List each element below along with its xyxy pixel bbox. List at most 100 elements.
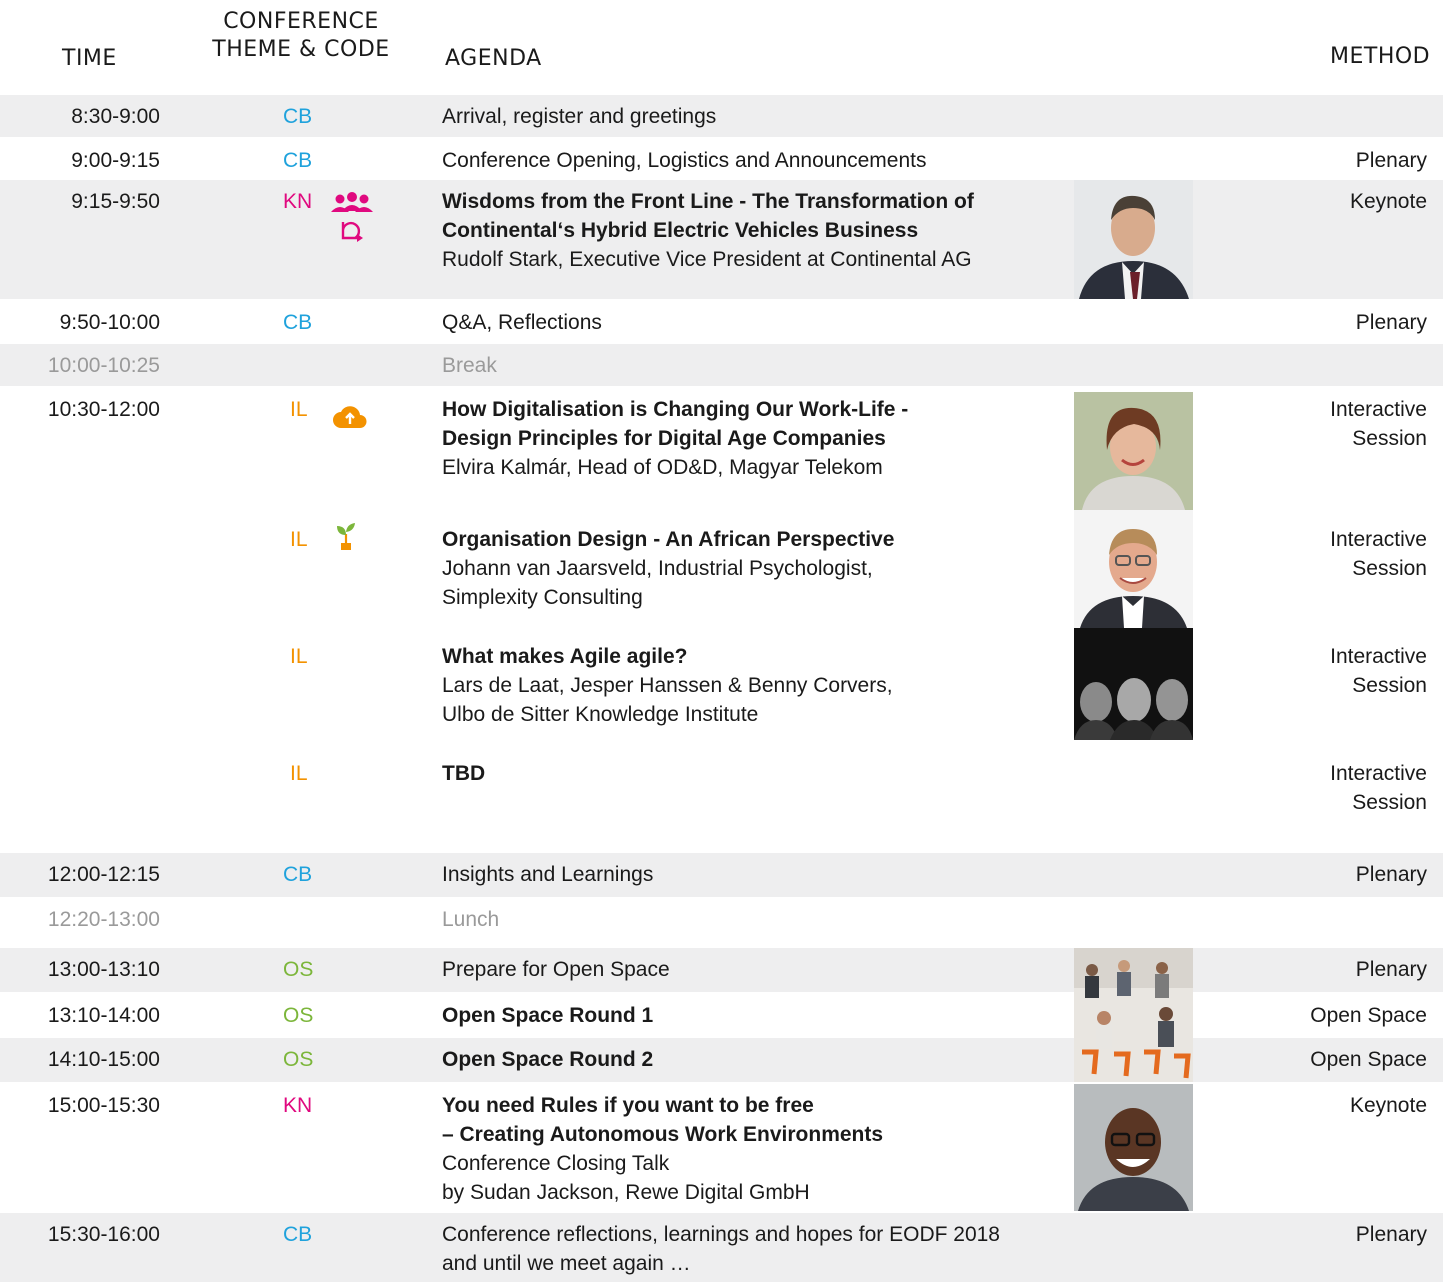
session-title: Open Space Round 2	[442, 1048, 654, 1071]
session-speaker: Rudolf Stark, Executive Vice President a…	[442, 248, 972, 271]
session-title: Insights and Learnings	[442, 863, 654, 886]
agenda-row: 8:30-9:00 CB Arrival, register and greet…	[0, 95, 1443, 137]
agenda-row: 12:20-13:00 Lunch	[0, 898, 1443, 946]
session-details: Conference reflections, learnings and ho…	[442, 1213, 1062, 1278]
session-title: TBD	[442, 762, 486, 785]
row-time: 8:30-9:00	[71, 105, 160, 128]
session-title: Break	[442, 354, 497, 377]
row-time: 12:00-12:15	[47, 863, 160, 886]
agenda-row: 9:50-10:00 CB Q&A, Reflections Plenary	[0, 301, 1443, 343]
session-details: Open Space Round 2	[442, 1038, 1062, 1074]
header-method: METHOD	[1330, 44, 1431, 69]
session-title-line2: Continental‘s Hybrid Electric Vehicles B…	[442, 219, 919, 242]
theme-code: CB	[283, 1223, 313, 1246]
agenda-row: 12:00-12:15 CB Insights and Learnings Pl…	[0, 853, 1443, 897]
row-time: 15:30-16:00	[47, 1223, 160, 1246]
agenda-row: 10:00-10:25 Break	[0, 344, 1443, 386]
speaker-photo	[1074, 1084, 1193, 1211]
row-time: 15:00-15:30	[47, 1094, 160, 1117]
session-title: Organisation Design - An African Perspec…	[442, 528, 895, 551]
row-time: 9:15-9:50	[71, 190, 160, 213]
session-title: Open Space Round 1	[442, 1004, 654, 1027]
session-subtitle: Conference Closing Talk	[442, 1152, 670, 1175]
method-line2: Session	[1352, 791, 1427, 814]
session-title: Arrival, register and greetings	[442, 105, 717, 128]
session-speaker-line2: Ulbo de Sitter Knowledge Institute	[442, 703, 759, 726]
speaker-photo	[1074, 180, 1193, 299]
loop-arrow-icon	[341, 221, 363, 242]
theme-code: OS	[283, 1004, 314, 1027]
theme-code: CB	[283, 863, 313, 886]
theme-code: OS	[283, 958, 314, 981]
row-time: 10:00-10:25	[47, 354, 160, 377]
theme-code: IL	[290, 645, 308, 668]
session-method: Interactive Session	[1187, 635, 1427, 700]
session-method: Open Space	[1310, 1004, 1427, 1027]
session-method: Plenary	[1355, 958, 1427, 981]
session-title-line2: Design Principles for Digital Age Compan…	[442, 427, 886, 450]
method-line2: Session	[1352, 427, 1427, 450]
method-line1: Interactive	[1330, 762, 1427, 785]
session-title-line2: and until we meet again …	[442, 1252, 691, 1275]
agenda-row: IL Organisation Design - An African Pers…	[0, 510, 1443, 628]
session-details: What makes Agile agile? Lars de Laat, Je…	[442, 635, 1062, 729]
session-method: Plenary	[1355, 311, 1427, 334]
speaker-photo	[1074, 628, 1193, 740]
method-line2: Session	[1352, 557, 1427, 580]
method-line2: Session	[1352, 674, 1427, 697]
header-agenda: AGENDA	[445, 46, 542, 71]
cloud-upload-icon	[333, 406, 367, 428]
theme-code: CB	[283, 149, 313, 172]
agenda-row: 14:10-15:00 OS Open Space Round 2 Open S…	[0, 1038, 1443, 1082]
theme-code: KN	[283, 190, 313, 213]
session-details: You need Rules if you want to be free – …	[442, 1084, 1062, 1207]
session-method: Open Space	[1310, 1048, 1427, 1071]
session-method: Plenary	[1355, 149, 1427, 172]
session-method: Interactive Session	[1187, 518, 1427, 583]
session-title: Lunch	[442, 908, 500, 931]
agenda-row: 10:30-12:00 IL How Digitalisation is Cha…	[0, 388, 1443, 510]
agenda-row: 13:10-14:00 OS Open Space Round 1 Open S…	[0, 994, 1443, 1036]
agenda-row: 15:30-16:00 CB Conference reflections, l…	[0, 1213, 1443, 1282]
row-time: 12:20-13:00	[47, 908, 160, 931]
session-speaker: Johann van Jaarsveld, Industrial Psychol…	[442, 557, 873, 580]
theme-code: CB	[283, 105, 313, 128]
row-time: 10:30-12:00	[47, 398, 160, 421]
session-title: Q&A, Reflections	[442, 311, 602, 334]
theme-code: IL	[290, 762, 308, 785]
session-method: Keynote	[1349, 1094, 1427, 1117]
session-details: Open Space Round 1	[442, 994, 1062, 1030]
session-title: Conference Opening, Logistics and Announ…	[442, 149, 927, 172]
session-title: Conference reflections, learnings and ho…	[442, 1223, 1000, 1246]
method-line1: Interactive	[1330, 645, 1427, 668]
speaker-photo	[1074, 510, 1193, 628]
theme-code: CB	[283, 311, 313, 334]
session-speaker: Elvira Kalmár, Head of OD&D, Magyar Tele…	[442, 456, 883, 479]
theme-code: OS	[283, 1048, 314, 1071]
theme-code: IL	[290, 398, 308, 421]
agenda-row: IL What makes Agile agile? Lars de Laat,…	[0, 628, 1443, 745]
header-theme-code: CONFERENCE THEME & CODE	[212, 9, 390, 62]
session-speaker: Lars de Laat, Jesper Hanssen & Benny Cor…	[442, 674, 893, 697]
session-title: Prepare for Open Space	[442, 958, 670, 981]
header-time: TIME	[62, 46, 117, 71]
speaker-photo	[1074, 392, 1193, 510]
session-title: Wisdoms from the Front Line - The Transf…	[442, 190, 974, 213]
sprout-icon	[337, 523, 355, 550]
agenda-row: 9:15-9:50 KN Wisdoms from the Front Line…	[0, 180, 1443, 299]
session-details: TBD	[442, 752, 1062, 788]
session-speaker: by Sudan Jackson, Rewe Digital GmbH	[442, 1181, 810, 1204]
row-time: 13:00-13:10	[47, 958, 160, 981]
session-method: Keynote	[1349, 190, 1427, 213]
session-method: Interactive Session	[1187, 388, 1427, 453]
session-details: Organisation Design - An African Perspec…	[442, 518, 1062, 612]
open-space-photo	[1074, 948, 1193, 1082]
session-details: Wisdoms from the Front Line - The Transf…	[442, 180, 1062, 274]
session-method: Plenary	[1355, 863, 1427, 886]
session-details: How Digitalisation is Changing Our Work-…	[442, 388, 1062, 482]
method-line1: Interactive	[1330, 398, 1427, 421]
session-title: What makes Agile agile?	[442, 645, 688, 668]
session-speaker-line2: Simplexity Consulting	[442, 586, 643, 609]
agenda-row: 13:00-13:10 OS Prepare for Open Space Pl…	[0, 948, 1443, 992]
row-time: 9:00-9:15	[71, 149, 160, 172]
